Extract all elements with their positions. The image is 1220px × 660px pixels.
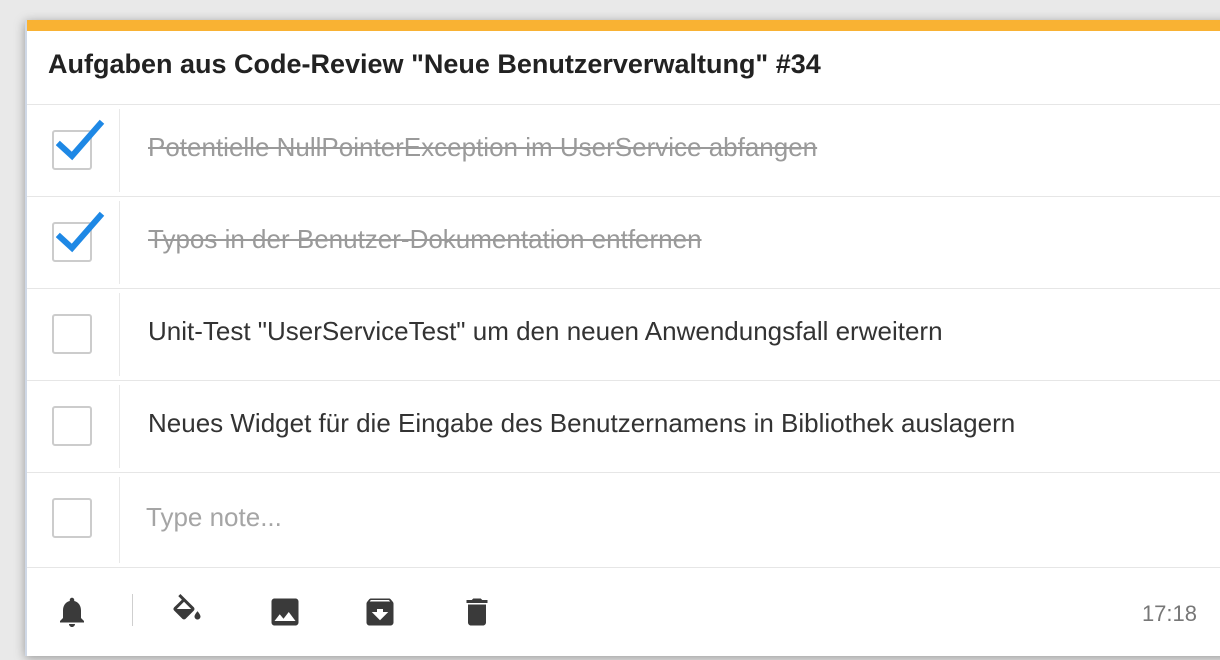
checklist-item: Potentielle NullPointerException im User… [27,105,1220,197]
paint-bucket-icon [173,594,201,620]
checklist-item-text[interactable]: Potentielle NullPointerException im User… [148,132,817,163]
row-divider [119,385,120,468]
change-color-button[interactable] [167,592,207,632]
image-icon [271,598,299,626]
checklist: Potentielle NullPointerException im User… [27,104,1220,568]
checkbox-unchecked[interactable] [52,498,92,538]
checklist-item-text[interactable]: Unit-Test "UserServiceTest" um den neuen… [148,316,943,347]
checkmark-icon [56,211,105,253]
reminder-button[interactable] [52,592,92,632]
checklist-item: Unit-Test "UserServiceTest" um den neuen… [27,289,1220,381]
row-divider [119,293,120,376]
checklist-item: Typos in der Benutzer-Dokumentation entf… [27,197,1220,289]
note-title[interactable]: Aufgaben aus Code-Review "Neue Benutzerv… [48,49,821,80]
note-color-bar [27,20,1220,31]
note-toolbar: 17:18 [27,570,1220,650]
checklist-item-text[interactable]: Typos in der Benutzer-Dokumentation entf… [148,224,702,255]
new-item-input[interactable] [146,495,1046,539]
add-image-button[interactable] [265,592,305,632]
checkmark-icon [56,119,105,161]
row-divider [119,201,120,284]
checkbox-unchecked[interactable] [52,406,92,446]
delete-button[interactable] [457,592,497,632]
checkbox-unchecked[interactable] [52,314,92,354]
note-timestamp: 17:18 [1141,601,1197,626]
checkbox-checked[interactable] [52,119,105,170]
row-divider [119,109,120,192]
bell-icon [60,597,84,627]
row-divider [119,477,120,563]
checklist-item: Neues Widget für die Eingabe des Benutze… [27,381,1220,473]
checklist-item-text[interactable]: Neues Widget für die Eingabe des Benutze… [148,408,1015,439]
note-card: Aufgaben aus Code-Review "Neue Benutzerv… [25,20,1220,656]
toolbar-separator [132,594,133,626]
checkbox-checked[interactable] [52,211,105,262]
archive-icon [366,598,394,626]
new-item-row [27,473,1220,568]
archive-button[interactable] [360,592,400,632]
trash-icon [466,598,488,626]
